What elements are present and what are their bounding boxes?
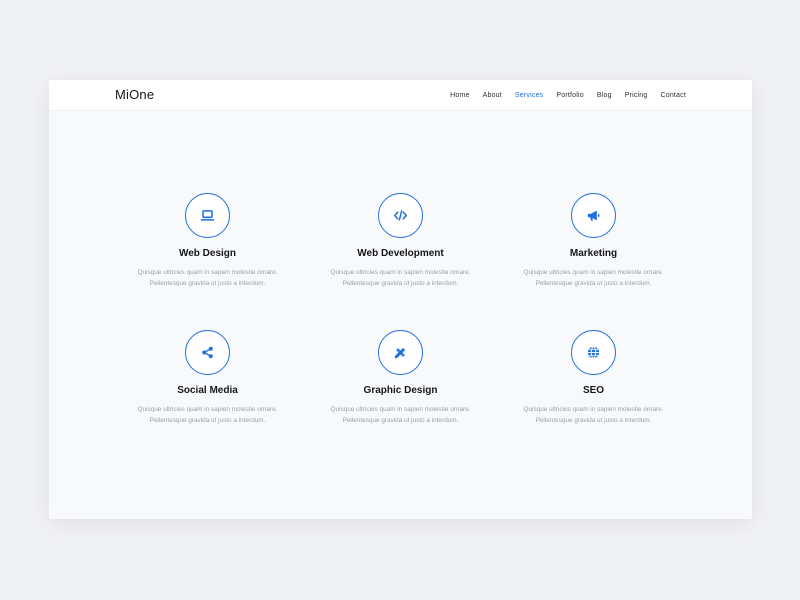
page-frame: MiOne Home About Services Portfolio Blog… (49, 80, 752, 519)
share-icon (185, 330, 230, 375)
service-description: Quisque ultricies quam in sapien molesti… (304, 404, 497, 426)
nav-menu: Home About Services Portfolio Blog Prici… (450, 80, 686, 111)
pencil-ruler-icon (378, 330, 423, 375)
brand-logo[interactable]: MiOne (115, 87, 154, 102)
service-description: Quisque ultricies quam in sapien molesti… (304, 267, 497, 289)
service-title: Graphic Design (363, 385, 438, 396)
service-title: SEO (582, 385, 605, 396)
service-description-line: Pellentesque gravida ut justo a interdum… (149, 417, 266, 424)
service-description: Quisque ultricies quam in sapien molesti… (497, 404, 690, 426)
service-description: Quisque ultricies quam in sapien molesti… (497, 267, 690, 289)
code-icon (378, 193, 423, 238)
service-description-line: Quisque ultricies quam in sapien molesti… (523, 269, 664, 276)
laptop-icon (185, 193, 230, 238)
navbar: MiOne Home About Services Portfolio Blog… (49, 80, 752, 111)
service-description-line: Quisque ultricies quam in sapien molesti… (137, 269, 278, 276)
service-description-line: Quisque ultricies quam in sapien molesti… (330, 269, 471, 276)
nav-item-portfolio[interactable]: Portfolio (556, 92, 583, 99)
service-description-line: Pellentesque gravida ut justo a interdum… (342, 417, 459, 424)
nav-item-blog[interactable]: Blog (597, 92, 612, 99)
megaphone-icon (571, 193, 616, 238)
service-card-graphic-design: Graphic Design Quisque ultricies quam in… (304, 330, 497, 426)
nav-item-home[interactable]: Home (450, 92, 469, 99)
service-card-social-media: Social Media Quisque ultricies quam in s… (111, 330, 304, 426)
globe-icon (571, 330, 616, 375)
service-description-line: Quisque ultricies quam in sapien molesti… (523, 406, 664, 413)
nav-item-about[interactable]: About (483, 92, 502, 99)
service-card-seo: SEO Quisque ultricies quam in sapien mol… (497, 330, 690, 426)
service-description-line: Pellentesque gravida ut justo a interdum… (342, 280, 459, 287)
nav-item-contact[interactable]: Contact (660, 92, 686, 99)
service-description: Quisque ultricies quam in sapien molesti… (111, 267, 304, 289)
nav-item-pricing[interactable]: Pricing (625, 92, 648, 99)
service-description: Quisque ultricies quam in sapien molesti… (111, 404, 304, 426)
service-title: Web Development (357, 248, 444, 259)
service-title: Marketing (569, 248, 618, 259)
service-description-line: Quisque ultricies quam in sapien molesti… (137, 406, 278, 413)
service-card-web-development: Web Development Quisque ultricies quam i… (304, 193, 497, 289)
nav-item-services[interactable]: Services (515, 92, 543, 99)
service-description-line: Pellentesque gravida ut justo a interdum… (149, 280, 266, 287)
service-title: Social Media (177, 385, 238, 396)
service-card-web-design: Web Design Quisque ultricies quam in sap… (111, 193, 304, 289)
service-title: Web Design (178, 248, 237, 259)
service-description-line: Quisque ultricies quam in sapien molesti… (330, 406, 471, 413)
service-description-line: Pellentesque gravida ut justo a interdum… (535, 417, 652, 424)
service-description-line: Pellentesque gravida ut justo a interdum… (535, 280, 652, 287)
service-card-marketing: Marketing Quisque ultricies quam in sapi… (497, 193, 690, 289)
